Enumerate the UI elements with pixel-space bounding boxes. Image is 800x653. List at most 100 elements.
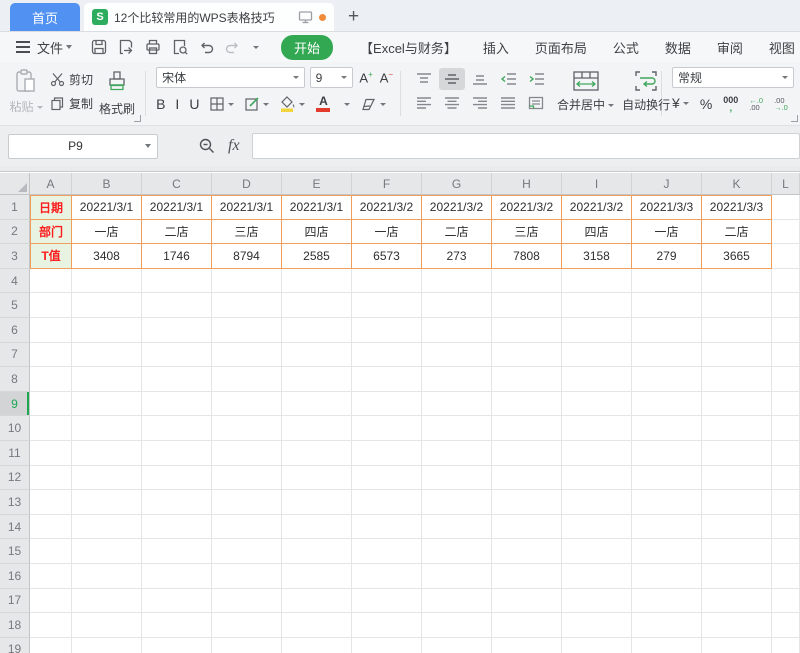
cell-B4[interactable]	[72, 269, 142, 294]
italic-button[interactable]: I	[175, 96, 179, 112]
cell-K1[interactable]: 20221/3/3	[702, 195, 772, 220]
cell-H4[interactable]	[492, 269, 562, 294]
cell-J9[interactable]	[632, 392, 702, 417]
cell-E11[interactable]	[282, 441, 352, 466]
monitor-icon[interactable]	[298, 10, 313, 24]
print-preview-icon[interactable]	[171, 38, 189, 56]
align-right-icon[interactable]	[467, 92, 493, 114]
cut-button[interactable]: 剪切	[50, 71, 93, 88]
cell-J16[interactable]	[632, 564, 702, 589]
cell-K17[interactable]	[702, 589, 772, 614]
cell-K5[interactable]	[702, 293, 772, 318]
cell-J12[interactable]	[632, 466, 702, 491]
cell-F11[interactable]	[352, 441, 422, 466]
cell-D13[interactable]	[212, 490, 282, 515]
cell-F14[interactable]	[352, 515, 422, 540]
cell-G1[interactable]: 20221/3/2	[422, 195, 492, 220]
cell-J1[interactable]: 20221/3/3	[632, 195, 702, 220]
file-menu[interactable]: 文件	[37, 38, 63, 57]
cell-A12[interactable]	[30, 466, 72, 491]
row-header-10[interactable]: 10	[0, 416, 30, 441]
column-header-I[interactable]: I	[562, 173, 632, 195]
align-left-icon[interactable]	[411, 92, 437, 114]
tab-home[interactable]: 首页	[10, 3, 80, 31]
cell-A15[interactable]	[30, 539, 72, 564]
column-header-F[interactable]: F	[352, 173, 422, 195]
cell-D15[interactable]	[212, 539, 282, 564]
row-header-6[interactable]: 6	[0, 318, 30, 343]
cell-H6[interactable]	[492, 318, 562, 343]
cell-E1[interactable]: 20221/3/1	[282, 195, 352, 220]
cell-K10[interactable]	[702, 416, 772, 441]
cell-I5[interactable]	[562, 293, 632, 318]
row-header-17[interactable]: 17	[0, 589, 30, 614]
file-menu-caret-icon[interactable]	[66, 45, 72, 49]
cell-A4[interactable]	[30, 269, 72, 294]
fill-color-button[interactable]	[279, 96, 305, 112]
cell-I11[interactable]	[562, 441, 632, 466]
cell-C16[interactable]	[142, 564, 212, 589]
cell-F12[interactable]	[352, 466, 422, 491]
cell-A5[interactable]	[30, 293, 72, 318]
cell-L17[interactable]	[772, 589, 800, 614]
align-bottom-icon[interactable]	[467, 68, 493, 90]
cell-C15[interactable]	[142, 539, 212, 564]
cell-A3[interactable]: T值	[30, 244, 72, 269]
cell-G7[interactable]	[422, 343, 492, 368]
menu-item[interactable]: 公式	[613, 38, 639, 57]
cell-H5[interactable]	[492, 293, 562, 318]
cell-K11[interactable]	[702, 441, 772, 466]
cell-H1[interactable]: 20221/3/2	[492, 195, 562, 220]
number-dialog-launcher-icon[interactable]	[791, 115, 798, 122]
cell-D14[interactable]	[212, 515, 282, 540]
cell-A17[interactable]	[30, 589, 72, 614]
cell-D19[interactable]	[212, 638, 282, 653]
cell-J18[interactable]	[632, 613, 702, 638]
cell-L2[interactable]	[772, 220, 800, 245]
clear-format-button[interactable]	[360, 97, 386, 112]
cell-L15[interactable]	[772, 539, 800, 564]
cell-B3[interactable]: 3408	[72, 244, 142, 269]
cell-D7[interactable]	[212, 343, 282, 368]
cell-F16[interactable]	[352, 564, 422, 589]
cell-L12[interactable]	[772, 466, 800, 491]
undo-icon[interactable]	[198, 39, 215, 56]
cell-K4[interactable]	[702, 269, 772, 294]
cell-C8[interactable]	[142, 367, 212, 392]
row-header-13[interactable]: 13	[0, 490, 30, 515]
cell-H14[interactable]	[492, 515, 562, 540]
cell-J14[interactable]	[632, 515, 702, 540]
row-header-3[interactable]: 3	[0, 244, 30, 269]
cell-E9[interactable]	[282, 392, 352, 417]
cell-H2[interactable]: 三店	[492, 220, 562, 245]
cell-H8[interactable]	[492, 367, 562, 392]
cell-H13[interactable]	[492, 490, 562, 515]
cell-J6[interactable]	[632, 318, 702, 343]
cell-L1[interactable]	[772, 195, 800, 220]
cell-D18[interactable]	[212, 613, 282, 638]
row-header-4[interactable]: 4	[0, 269, 30, 294]
cell-L18[interactable]	[772, 613, 800, 638]
cell-I12[interactable]	[562, 466, 632, 491]
save-icon[interactable]	[90, 38, 108, 56]
cell-F8[interactable]	[352, 367, 422, 392]
cell-B14[interactable]	[72, 515, 142, 540]
font-color-caret-icon[interactable]	[344, 103, 350, 106]
cell-D9[interactable]	[212, 392, 282, 417]
column-header-C[interactable]: C	[142, 173, 212, 195]
cell-I10[interactable]	[562, 416, 632, 441]
cell-I14[interactable]	[562, 515, 632, 540]
cell-I3[interactable]: 3158	[562, 244, 632, 269]
cell-K6[interactable]	[702, 318, 772, 343]
cell-C14[interactable]	[142, 515, 212, 540]
cell-F10[interactable]	[352, 416, 422, 441]
cell-B12[interactable]	[72, 466, 142, 491]
cell-L16[interactable]	[772, 564, 800, 589]
cell-D2[interactable]: 三店	[212, 220, 282, 245]
cell-E15[interactable]	[282, 539, 352, 564]
cell-H12[interactable]	[492, 466, 562, 491]
align-center-icon[interactable]	[439, 92, 465, 114]
thousands-separator-button[interactable]: 000,	[723, 96, 738, 113]
cell-E2[interactable]: 四店	[282, 220, 352, 245]
cell-B13[interactable]	[72, 490, 142, 515]
